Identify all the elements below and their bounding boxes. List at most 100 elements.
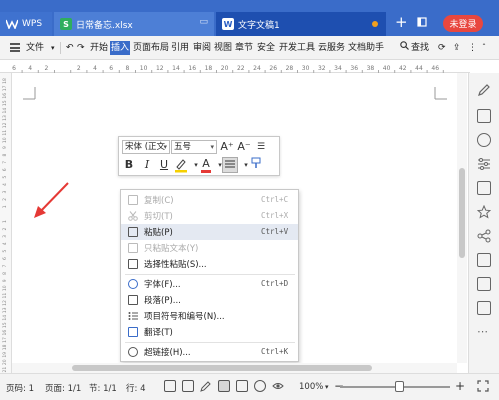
chevron-down-icon[interactable]: ▾ — [50, 41, 56, 55]
shapes-icon[interactable] — [477, 133, 491, 147]
menu-item-paste-text-only[interactable]: 只粘贴文本(Y) — [121, 240, 298, 256]
share-icon[interactable]: ⇪ — [452, 41, 462, 55]
tab-review[interactable]: 审阅 — [192, 41, 212, 55]
zoom-in-button[interactable]: + — [455, 379, 465, 393]
menu-item-hyperlink[interactable]: 超链接(H)... Ctrl+K — [121, 344, 298, 360]
table-icon[interactable] — [477, 301, 491, 315]
undo-icon[interactable]: ↶ — [65, 41, 75, 55]
print-layout-icon[interactable] — [218, 380, 230, 392]
ruler-number: 16 — [2, 93, 8, 99]
menu-item-translate[interactable]: 翻译(T) — [121, 324, 298, 340]
fit-page-icon[interactable] — [477, 380, 489, 392]
vertical-ruler[interactable]: 18 17 16 15 14 13 12 11 10 9 8 7 6 5 4 3 2 1 1 2 3 4 5 6 7 8 9 10 11… — [0, 73, 12, 373]
context-menu: 复制(C) Ctrl+C 剪切(T) Ctrl+X 粘贴(P) Ctrl+V 只… — [120, 189, 299, 362]
tab-label: WPS — [22, 19, 43, 29]
eye-protection-icon[interactable] — [272, 380, 284, 392]
hamburger-menu-icon[interactable] — [10, 43, 20, 52]
align-icon[interactable] — [222, 157, 238, 173]
ruler-number: 6 — [2, 257, 8, 260]
menu-item-paragraph[interactable]: 段落(P)... — [121, 292, 298, 308]
scrollbar-thumb[interactable] — [459, 168, 465, 258]
ruler-number: 18 — [2, 78, 8, 84]
italic-button[interactable]: I — [140, 157, 154, 173]
ruler-number: 28 — [286, 65, 294, 72]
web-layout-icon[interactable] — [254, 380, 266, 392]
shrink-font-button[interactable]: A⁻ — [237, 139, 251, 155]
horizontal-ruler[interactable]: 6 4 2 2 4 6 8 10 12 14 16 18 20 22 24 26 28 30 32 34 36 38 40 4… — [0, 61, 470, 73]
tab-document[interactable]: W 文字文稿1 — [216, 12, 386, 36]
line-spacing-icon[interactable]: ☰ — [254, 139, 268, 155]
page-count: 页面: 1/1 — [45, 384, 82, 394]
font-size-select[interactable]: 五号 ▾ — [171, 140, 217, 154]
tab-wps-home[interactable]: WPS — [0, 12, 52, 36]
share-icon[interactable] — [477, 229, 491, 243]
cut-icon — [128, 211, 138, 221]
menu-item-paste-special[interactable]: 选择性粘贴(S)... — [121, 256, 298, 272]
tab-start[interactable]: 开始 — [89, 41, 109, 55]
ruler-number: 32 — [318, 65, 326, 72]
window-mode-icon[interactable] — [417, 16, 427, 30]
font-color-label: A — [202, 157, 210, 170]
highlight-icon[interactable] — [174, 157, 188, 173]
outline-view-icon[interactable] — [236, 380, 248, 392]
login-button[interactable]: 未登录 — [443, 15, 483, 32]
translate-icon — [128, 327, 138, 337]
ruler-number: 10 — [2, 137, 8, 143]
tab-spreadsheet[interactable]: S 日常备忘.xlsx ▭ — [54, 12, 214, 36]
tab-page-layout[interactable]: 页面布局 — [132, 41, 170, 55]
floating-format-toolbar: 宋体 (正文 ▾ 五号 ▾ A⁺ A⁻ ☰ B I U ▾ A ▾ ▾ — [118, 136, 280, 176]
pen-icon[interactable] — [200, 380, 212, 392]
bold-button[interactable]: B — [122, 157, 136, 173]
page-view-icon[interactable] — [182, 380, 194, 392]
calendar-icon[interactable] — [477, 277, 491, 291]
menu-item-cut[interactable]: 剪切(T) Ctrl+X — [121, 208, 298, 224]
backup-icon[interactable] — [477, 253, 491, 267]
font-color-swatch — [201, 170, 211, 173]
file-menu[interactable]: 文件 — [25, 41, 45, 55]
pen-icon[interactable] — [477, 83, 491, 97]
zoom-slider-knob[interactable] — [395, 381, 404, 392]
chevron-up-icon[interactable]: ˆ — [481, 41, 487, 55]
ruler-number: 4 — [28, 65, 32, 72]
menu-item-copy[interactable]: 复制(C) Ctrl+C — [121, 192, 298, 208]
tab-security[interactable]: 安全 — [256, 41, 276, 55]
font-color-button[interactable]: A — [199, 157, 213, 173]
tab-references[interactable]: 引用 — [170, 41, 190, 55]
scrollbar-thumb[interactable] — [72, 365, 372, 371]
more-icon[interactable]: ⋮ — [467, 41, 478, 55]
star-icon[interactable] — [476, 204, 492, 219]
format-painter-icon[interactable] — [249, 157, 263, 173]
grow-font-button[interactable]: A⁺ — [220, 139, 234, 155]
chevron-down-icon[interactable]: ▾ — [325, 383, 329, 391]
tab-chapter[interactable]: 章节 — [234, 41, 254, 55]
search-button[interactable]: 查找 — [410, 41, 430, 55]
horizontal-scrollbar[interactable] — [12, 363, 457, 373]
settings-sliders-icon[interactable] — [477, 157, 491, 171]
ruler-number: 5 — [2, 250, 8, 253]
redo-icon[interactable]: ↷ — [76, 41, 86, 55]
fullscreen-icon[interactable] — [164, 380, 176, 392]
font-name-select[interactable]: 宋体 (正文 ▾ — [122, 140, 170, 154]
sync-icon[interactable]: ⟳ — [437, 41, 447, 55]
tab-cloud-services[interactable]: 云服务 — [317, 41, 346, 55]
underline-button[interactable]: U — [157, 157, 171, 173]
tab-insert[interactable]: 插入 — [110, 41, 131, 55]
chat-icon[interactable]: ▭ — [199, 17, 208, 27]
document-icon[interactable] — [477, 181, 491, 195]
vertical-scrollbar[interactable] — [457, 73, 467, 363]
tab-developer[interactable]: 开发工具 — [278, 41, 316, 55]
menu-item-font[interactable]: 字体(F)... Ctrl+D — [121, 276, 298, 292]
more-icon[interactable]: ⋯ — [477, 325, 491, 339]
ruler-number: 2 — [77, 65, 81, 72]
tab-view[interactable]: 视图 — [213, 41, 233, 55]
ruler-number: 20 — [221, 65, 229, 72]
menu-item-bullets[interactable]: 项目符号和编号(N)... — [121, 308, 298, 324]
new-tab-button[interactable]: + — [395, 13, 408, 31]
tab-doc-assistant[interactable]: 文档助手 — [347, 41, 385, 55]
search-icon[interactable] — [399, 41, 410, 55]
select-icon[interactable] — [477, 109, 491, 123]
menu-item-label: 复制(C) — [144, 196, 174, 206]
menu-item-label: 超链接(H)... — [144, 348, 191, 358]
ruler-number: 13 — [2, 115, 8, 121]
menu-item-paste[interactable]: 粘贴(P) Ctrl+V — [121, 224, 298, 240]
